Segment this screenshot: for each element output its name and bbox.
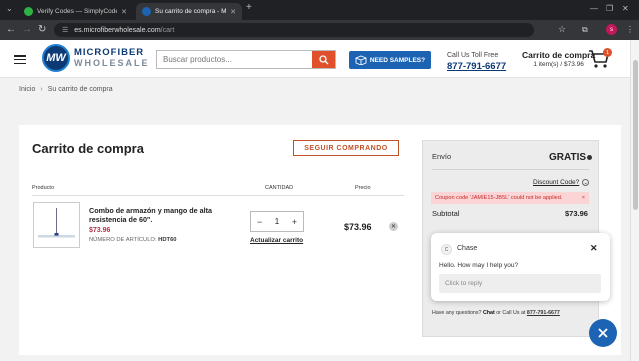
breadcrumb-home[interactable]: Inicio	[19, 86, 35, 93]
cart-count-total: 1 item(s) / $73.96	[533, 61, 584, 68]
coupon-error-message: Coupon code 'JAMIE15-JB5L' could not be …	[431, 192, 589, 204]
search-button[interactable]	[312, 51, 335, 68]
mop-frame-image	[38, 208, 75, 238]
product-sku: NÚMERO DE ARTÍCULO: HDT60	[89, 237, 177, 243]
minimize-icon[interactable]: —	[590, 4, 598, 13]
site-header: MW MICROFIBER WHOLESALE NEED SAMPLES? Ca…	[0, 40, 630, 78]
tab-search-icon[interactable]: ⌄	[6, 4, 13, 13]
tab-cart[interactable]: Su carrito de compra - Microfib ✕	[136, 3, 242, 20]
decrease-quantity-button[interactable]: −	[257, 217, 262, 227]
chat-reply-input[interactable]: Click to reply	[439, 274, 601, 293]
discount-code-label: Discount Code?	[533, 179, 580, 186]
coupon-error-text: Coupon code 'JAMIE15-JB5L' could not be …	[435, 195, 563, 201]
breadcrumb-separator: ›	[40, 86, 43, 93]
site-logo[interactable]: MW MICROFIBER WHOLESALE	[42, 44, 150, 72]
close-tab-icon[interactable]: ✕	[121, 8, 127, 16]
sku-label: NÚMERO DE ARTÍCULO:	[89, 237, 157, 243]
agent-name: Chase	[457, 245, 478, 252]
shipping-value: GRATIS	[549, 152, 593, 163]
address-bar: ← → ↻ ☰ es.microfiberwholesale.com/cart …	[0, 20, 639, 40]
tab-simplycodes[interactable]: Verify Codes — SimplyCodes ✕	[18, 3, 133, 20]
product-thumbnail[interactable]	[33, 202, 80, 248]
sku-value: HDT60	[158, 237, 177, 243]
divider	[432, 169, 589, 170]
shipping-label: Envío	[432, 152, 452, 161]
back-icon[interactable]: ←	[6, 24, 16, 35]
tab-title: Verify Codes — SimplyCodes	[37, 8, 118, 15]
need-samples-button[interactable]: NEED SAMPLES?	[349, 51, 431, 69]
need-samples-label: NEED SAMPLES?	[369, 56, 426, 64]
column-header-price: Precio	[355, 185, 371, 191]
info-icon[interactable]	[587, 155, 593, 160]
logo-mark: MW	[42, 44, 70, 72]
logo-text-line1: MICROFIBER	[74, 47, 145, 58]
product-name-link[interactable]: Combo de armazón y mango de alta resiste…	[89, 206, 229, 224]
call-block: Call Us Toll Free 877-791-6677	[447, 50, 506, 72]
profile-avatar[interactable]: s	[606, 24, 617, 35]
breadcrumb-current: Su carrito de compra	[47, 86, 113, 93]
call-label: Call Us Toll Free	[447, 52, 499, 59]
subtotal-label: Subtotal	[432, 209, 460, 218]
line-total: $73.96	[344, 222, 372, 232]
help-phone-link[interactable]: 877-791-6677	[527, 310, 560, 316]
search-input[interactable]	[157, 51, 312, 68]
column-header-product: Producto	[32, 185, 55, 191]
forward-icon[interactable]: →	[22, 24, 32, 35]
url-path: /cart	[160, 26, 175, 34]
new-tab-button[interactable]: +	[246, 2, 252, 13]
column-header-quantity: CANTIDAD	[265, 185, 294, 191]
tab-title: Su carrito de compra - Microfib	[155, 8, 227, 15]
phone-link[interactable]: 877-791-6677	[447, 61, 506, 72]
increase-quantity-button[interactable]: +	[292, 217, 297, 227]
quantity-input[interactable]: 1	[275, 217, 279, 226]
extensions-icon[interactable]: ⧉	[582, 24, 588, 35]
page-title: Carrito de compra	[32, 141, 144, 156]
close-icon	[598, 328, 608, 338]
site-info-icon[interactable]: ☰	[62, 26, 68, 34]
url-host: es.microfiberwholesale.com	[74, 26, 161, 34]
cart-count-badge: 1	[603, 48, 612, 57]
bookmark-star-icon[interactable]: ☆	[558, 24, 566, 35]
page-scrollbar[interactable]	[630, 40, 639, 361]
help-middle: or Call Us at	[496, 310, 526, 316]
close-window-icon[interactable]: ✕	[622, 4, 629, 13]
search-icon	[318, 54, 328, 64]
menu-kebab-icon[interactable]: ⋮	[626, 24, 634, 35]
subtotal-value: $73.96	[565, 209, 588, 218]
close-chat-icon[interactable]: ✕	[590, 243, 598, 254]
product-price: $73.96	[89, 227, 111, 234]
dismiss-error-icon[interactable]: ×	[582, 195, 585, 201]
scrollbar-thumb[interactable]	[633, 60, 638, 210]
chat-popup: C Chase ✕ Hello. How may I help you? Cli…	[431, 233, 610, 301]
restore-icon[interactable]: ❐	[606, 4, 613, 13]
remove-item-button[interactable]: ✕	[389, 222, 398, 231]
reload-icon[interactable]: ↻	[38, 24, 46, 35]
logo-text-line2: WHOLESALE	[74, 58, 150, 68]
discount-code-toggle[interactable]: Discount Code? ⌄	[533, 179, 590, 186]
divider	[32, 195, 404, 196]
update-cart-link[interactable]: Actualizar carrito	[250, 237, 303, 244]
close-tab-icon[interactable]: ✕	[230, 8, 236, 16]
shipping-value-text: GRATIS	[549, 152, 587, 163]
agent-avatar: C	[441, 244, 452, 255]
url-field[interactable]: ☰ es.microfiberwholesale.com/cart	[54, 23, 534, 37]
continue-shopping-button[interactable]: SEGUIR COMPRANDO	[293, 140, 399, 156]
help-text: Have any questions? Chat or Call Us at 8…	[432, 310, 560, 316]
cart-summary-link[interactable]: Carrito de compra 1 item(s) / $73.96	[522, 50, 595, 70]
help-prefix: Have any questions?	[432, 310, 482, 316]
chat-toggle-button[interactable]	[589, 319, 617, 347]
hamburger-menu-icon[interactable]	[14, 55, 26, 64]
quantity-stepper: − 1 +	[250, 211, 304, 232]
chat-message: Hello. How may I help you?	[439, 262, 519, 269]
microfiber-favicon-icon	[142, 7, 151, 16]
box-icon	[355, 55, 367, 65]
simplycodes-favicon-icon	[24, 7, 33, 16]
help-chat-link[interactable]: Chat	[483, 310, 495, 316]
browser-tab-bar: ⌄ Verify Codes — SimplyCodes ✕ Su carrit…	[0, 0, 639, 20]
search-bar	[156, 50, 336, 69]
cart-title: Carrito de compra	[522, 50, 596, 60]
chevron-down-icon: ⌄	[582, 179, 590, 186]
breadcrumb: Inicio › Su carrito de compra	[19, 86, 113, 93]
